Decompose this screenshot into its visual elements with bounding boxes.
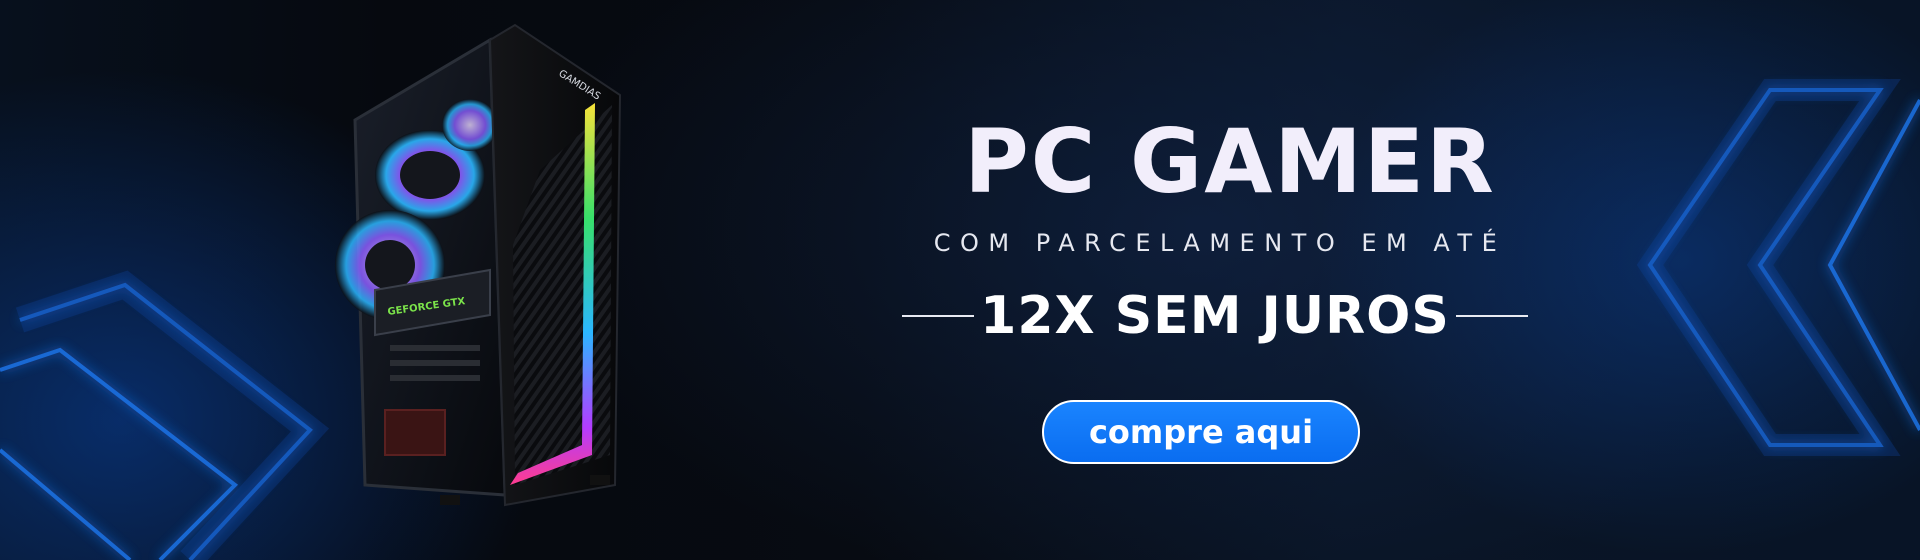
chevron-right-icon: [0, 270, 330, 560]
installments-text: 12X SEM JUROS: [980, 286, 1450, 346]
subtitle: COM PARCELAMENTO EM ATÉ: [933, 229, 1507, 257]
page-title: PC GAMER: [964, 110, 1496, 213]
promo-banner: GEFORCE GTX GAMDIAS PC GAMER COM PARCELA…: [0, 0, 1920, 560]
buy-now-button[interactable]: compre aqui: [1042, 400, 1360, 464]
divider-left: [902, 315, 975, 317]
chevron-left-icon: [1636, 79, 1920, 456]
divider-right: [1455, 315, 1528, 317]
installments-highlight: 12X SEM JUROS: [900, 286, 1530, 346]
pc-case-image: GEFORCE GTX GAMDIAS: [330, 15, 690, 515]
